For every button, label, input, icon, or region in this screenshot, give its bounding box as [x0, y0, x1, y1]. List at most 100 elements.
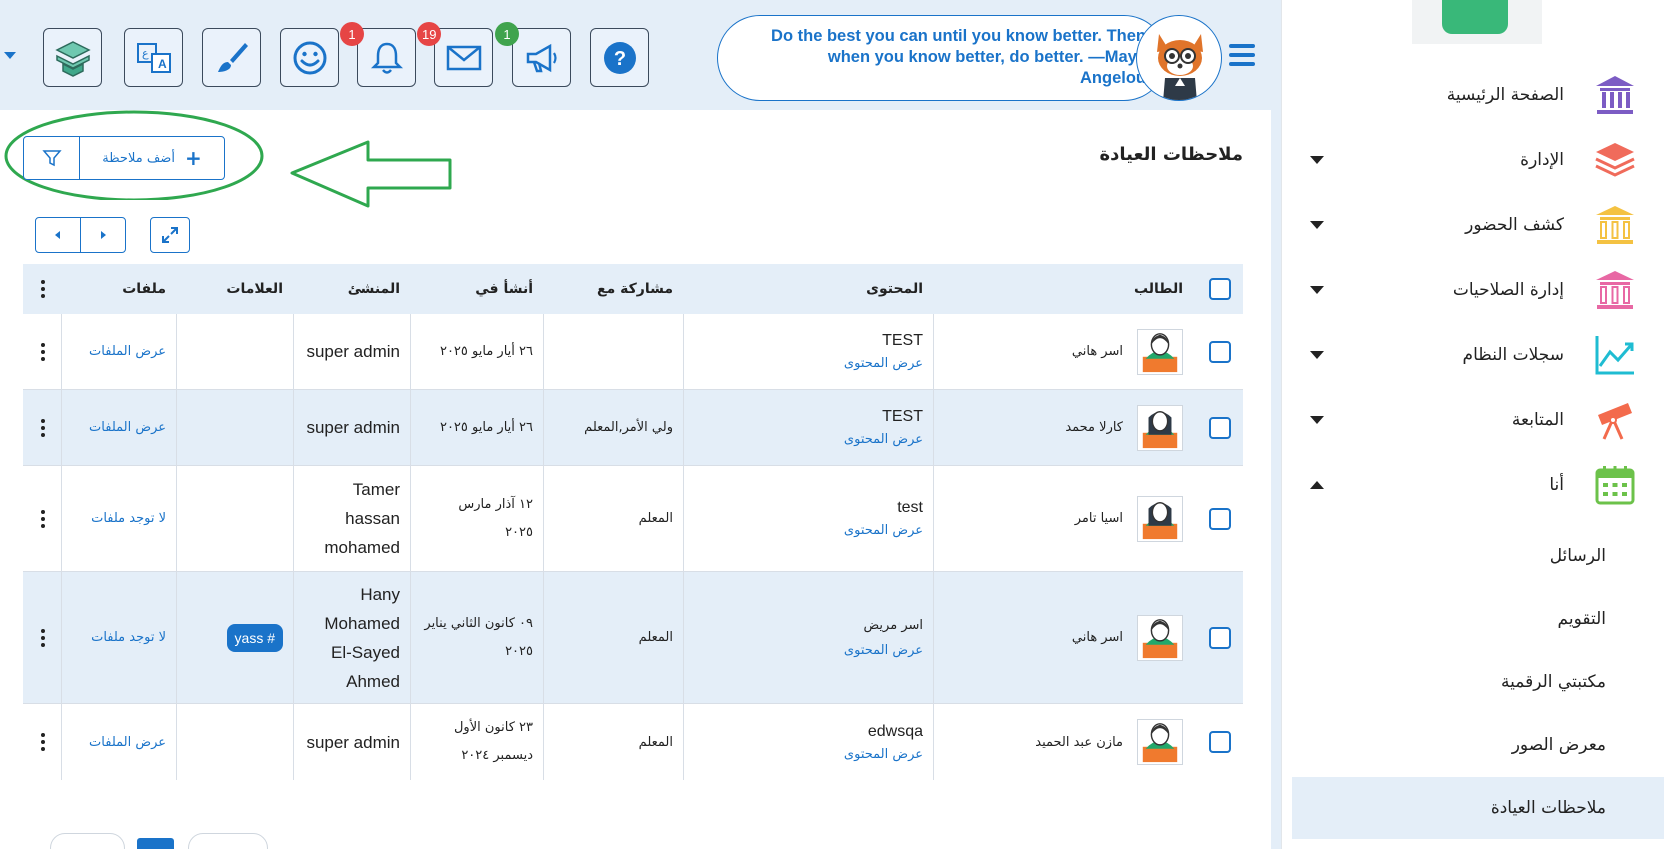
- trend-chart-icon: [1595, 336, 1634, 375]
- view-content-link[interactable]: عرض المحتوى: [844, 356, 923, 371]
- files-link[interactable]: لا توجد ملفات: [61, 572, 176, 703]
- apps-button[interactable]: [43, 28, 102, 87]
- add-note-button[interactable]: أضف ملاحظة +: [80, 137, 224, 179]
- row-checkbox[interactable]: [1209, 416, 1231, 439]
- caret-left-icon: [55, 231, 60, 239]
- table-row: كارلا محمد TEST عرض المحتوى ولي الأمر,ال…: [23, 390, 1243, 466]
- feedback-button[interactable]: [280, 28, 339, 87]
- sidebar-item-label: كشف الحضور: [1465, 215, 1564, 235]
- bell-icon: [370, 42, 403, 74]
- paint-brush-icon: [217, 42, 248, 72]
- filter-button[interactable]: [24, 137, 80, 179]
- view-content-link[interactable]: عرض المحتوى: [844, 523, 923, 538]
- row-menu-icon[interactable]: [41, 342, 45, 361]
- creator-name: Tamer: [352, 480, 400, 499]
- pagination-next[interactable]: [188, 833, 268, 849]
- page-title: ملاحظات العيادة: [1099, 144, 1244, 165]
- header-created-at: أنشأ في: [475, 281, 533, 297]
- student-name: اسر هاني: [1071, 344, 1123, 359]
- envelope-icon: [446, 45, 481, 70]
- hamburger-menu-icon[interactable]: [1229, 44, 1255, 66]
- row-checkbox[interactable]: [1209, 507, 1231, 530]
- files-link[interactable]: عرض الملفات: [61, 704, 176, 780]
- sidebar-subitem-messages[interactable]: الرسائل: [1292, 525, 1664, 587]
- shared-with: المعلم: [638, 630, 673, 645]
- student-avatar: [1137, 495, 1183, 542]
- app-root: A ع 1 19 1 ? Do the best you can until y…: [0, 0, 1673, 849]
- view-content-link[interactable]: عرض المحتوى: [844, 747, 923, 762]
- sidebar-item-attendance[interactable]: كشف الحضور: [1282, 193, 1673, 257]
- shared-with: المعلم: [638, 511, 673, 526]
- smiley-icon: [293, 41, 326, 74]
- creator-name: Hany: [360, 584, 400, 604]
- sidebar-item-system-logs[interactable]: سجلات النظام: [1282, 323, 1673, 387]
- sidebar-item-administration[interactable]: الإدارة: [1282, 128, 1673, 192]
- shared-with: المعلم: [638, 734, 673, 750]
- files-link[interactable]: لا توجد ملفات: [61, 466, 176, 571]
- megaphone-icon: [526, 43, 557, 72]
- creator-name: super admin: [306, 732, 400, 752]
- translate-button[interactable]: A ع: [124, 28, 183, 87]
- sidebar-subitem-label: مكتبتي الرقمية: [1501, 672, 1606, 692]
- sidebar-subitem-calendar[interactable]: التقويم: [1292, 588, 1664, 650]
- sidebar-item-home[interactable]: الصفحة الرئيسية: [1282, 63, 1673, 127]
- sidebar-subitem-digital-library[interactable]: مكتبتي الرقمية: [1292, 651, 1664, 713]
- school-logo[interactable]: [1442, 0, 1508, 34]
- messages-button[interactable]: [434, 28, 493, 87]
- add-note-label: أضف ملاحظة: [102, 150, 175, 166]
- svg-text:?: ?: [613, 48, 625, 70]
- sidebar-subitem-clinic-notes[interactable]: ملاحظات العيادة: [1292, 777, 1664, 839]
- sidebar-item-permissions[interactable]: إدارة الصلاحيات: [1282, 258, 1673, 322]
- row-checkbox[interactable]: [1209, 731, 1231, 753]
- row-menu-icon[interactable]: [41, 418, 45, 437]
- content-title: edwsqa: [867, 722, 923, 740]
- note-actions-group: أضف ملاحظة +: [23, 136, 225, 180]
- table-row: اسر هاني TEST عرض المحتوى ٢٦ أيار مايو ٢…: [23, 314, 1243, 390]
- view-content-link[interactable]: عرض المحتوى: [844, 432, 923, 447]
- row-checkbox[interactable]: [1209, 626, 1231, 649]
- sidebar-item-follow-up[interactable]: المتابعة: [1282, 388, 1673, 452]
- student-avatar: [1137, 404, 1183, 451]
- notes-table: الطالب المحتوى مشاركة مع أنشأ في المنشئ …: [23, 264, 1243, 780]
- sidebar-item-label: إدارة الصلاحيات: [1452, 280, 1564, 300]
- student-avatar: [1137, 328, 1183, 375]
- creator-name: Ahmed: [346, 671, 400, 691]
- row-menu-icon[interactable]: [41, 733, 45, 751]
- chevron-up-icon: [1310, 481, 1324, 489]
- sidebar-subitem-label: التقويم: [1557, 609, 1606, 629]
- caret-down-icon[interactable]: [4, 52, 16, 59]
- prev-page-button[interactable]: [36, 218, 81, 252]
- student-avatar: [1137, 614, 1183, 661]
- theme-button[interactable]: [202, 28, 261, 87]
- next-page-button[interactable]: [81, 218, 125, 252]
- svg-text:ع: ع: [142, 47, 149, 60]
- created-at-year: ٢٠٢٥: [505, 643, 533, 659]
- row-checkbox[interactable]: [1209, 340, 1231, 363]
- header-content: المحتوى: [866, 281, 923, 297]
- created-at-year: ديسمبر ٢٠٢٤: [461, 748, 533, 763]
- pagination-prev[interactable]: [50, 833, 125, 849]
- files-link[interactable]: عرض الملفات: [61, 314, 176, 389]
- files-link[interactable]: عرض الملفات: [61, 390, 176, 465]
- select-all-checkbox[interactable]: [1209, 278, 1231, 300]
- header-student: الطالب: [1133, 281, 1183, 297]
- pagination-current-page[interactable]: [137, 838, 174, 849]
- fullscreen-button[interactable]: [150, 217, 190, 253]
- row-menu-icon[interactable]: [41, 628, 45, 647]
- help-button[interactable]: ?: [590, 28, 649, 87]
- created-at: ١٢ آذار مارس: [458, 496, 533, 512]
- student-name: كارلا محمد: [1065, 420, 1123, 435]
- user-avatar[interactable]: [1136, 15, 1222, 101]
- header-menu-icon[interactable]: [41, 280, 45, 298]
- sidebar-item-me[interactable]: أنا: [1282, 453, 1673, 517]
- shared-with: [543, 314, 683, 389]
- fox-mascot-icon: [1157, 34, 1203, 100]
- row-menu-icon[interactable]: [41, 509, 45, 528]
- content-title: test: [897, 499, 923, 516]
- sidebar-item-label: أنا: [1549, 475, 1564, 495]
- notifications-button[interactable]: [357, 28, 416, 87]
- tag-badge[interactable]: yass #: [226, 623, 283, 652]
- view-content-link[interactable]: عرض المحتوى: [844, 643, 923, 658]
- sidebar-subitem-photo-gallery[interactable]: معرض الصور: [1292, 714, 1664, 776]
- announcements-button[interactable]: [512, 28, 571, 87]
